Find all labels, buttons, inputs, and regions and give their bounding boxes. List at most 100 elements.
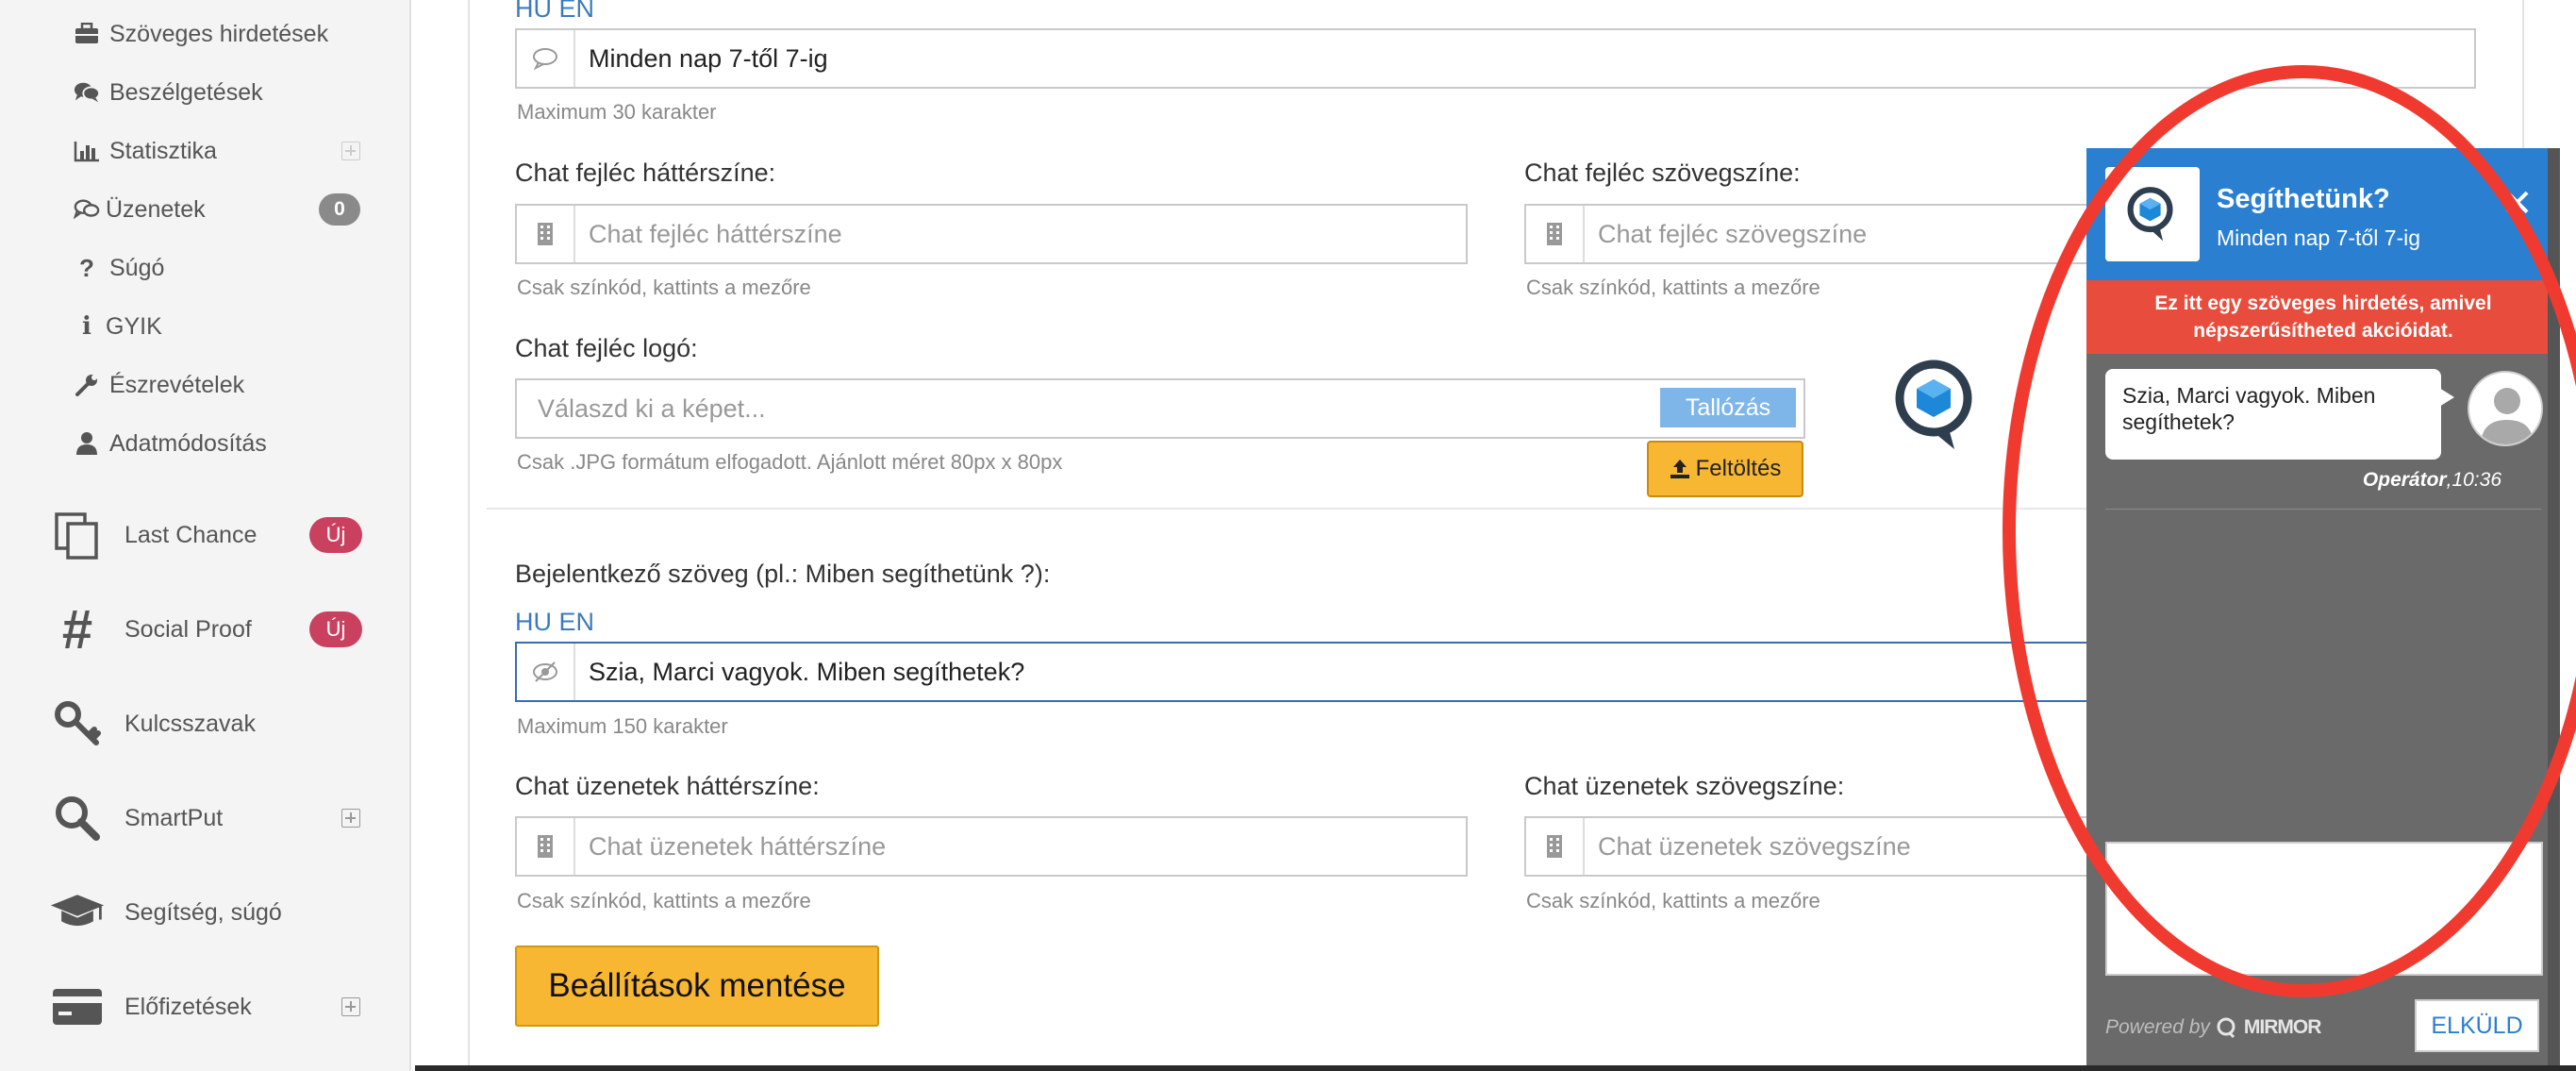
new-badge: Új	[309, 517, 362, 553]
building-icon	[1526, 818, 1585, 875]
new-badge: Új	[309, 611, 362, 647]
send-button[interactable]: ELKÜLD	[2415, 999, 2539, 1052]
sidebar-item-faq[interactable]: i GYIK	[0, 303, 406, 350]
sidebar-item-label: Beszélgetések	[109, 78, 263, 106]
header-text-color-input[interactable]: Chat fejléc szövegszíne	[1524, 204, 2090, 264]
sidebar-item-label: GYIK	[106, 312, 162, 340]
sidebar-item-keywords[interactable]: Kulcsszavak	[0, 686, 406, 761]
widget-scrollbar[interactable]	[2548, 148, 2560, 1071]
msg-text-placeholder: Chat üzenetek szövegszíne	[1598, 831, 1911, 861]
sidebar-item-label: Üzenetek	[106, 195, 206, 223]
chat-widget-preview: Segíthetünk? Minden nap 7-től 7-ig ✕ Ez …	[2086, 148, 2560, 1071]
sidebar-item-social-proof[interactable]: # Social Proof Új	[0, 592, 406, 667]
logo-label: Chat fejléc logó:	[515, 334, 698, 362]
sidebar-item-label: Segítség, súgó	[125, 898, 282, 926]
logo-file-input[interactable]: Válaszd ki a képet...	[515, 378, 1805, 439]
header-text-placeholder: Chat fejléc szövegszíne	[1598, 219, 1868, 248]
briefcase-icon	[74, 21, 100, 47]
save-settings-button[interactable]: Beállítások mentése	[515, 945, 879, 1027]
sidebar-item-text-ads[interactable]: Szöveges hirdetések	[0, 10, 406, 58]
building-icon	[517, 206, 575, 262]
sidebar-item-label: Előfizetések	[125, 993, 252, 1020]
close-icon[interactable]: ✕	[2501, 182, 2534, 226]
building-icon	[517, 818, 575, 875]
hash-icon: #	[61, 598, 93, 661]
powered-by: Powered by MIRMOR	[2105, 1016, 2321, 1039]
upload-button[interactable]: Feltöltés	[1647, 441, 1803, 497]
header-bg-color-input[interactable]: Chat fejléc háttérszíne	[515, 204, 1468, 264]
greeting-value: Szia, Marci vagyok. Miben segíthetek?	[589, 657, 1025, 686]
chat-message-input[interactable]	[2105, 842, 2543, 976]
sidebar-item-help[interactable]: ? Súgó	[0, 244, 406, 292]
mirmor-logo-icon	[2217, 1017, 2235, 1039]
sidebar-item-messages[interactable]: Üzenetek 0	[0, 186, 406, 233]
color-hint: Csak színkód, kattints a mezőre	[517, 276, 811, 299]
msg-text-label: Chat üzenetek szövegszíne:	[1524, 772, 1845, 800]
comment-icon	[517, 30, 575, 87]
credit-card-icon	[49, 979, 106, 1035]
subtitle-input[interactable]: Minden nap 7-től 7-ig	[515, 28, 2476, 89]
chat-message-bubble: Szia, Marci vagyok. Miben segíthetek?	[2105, 369, 2454, 460]
sidebar-item-help-support[interactable]: Segítség, súgó	[0, 875, 406, 950]
operator-name: Operátor	[2362, 469, 2447, 491]
sidebar-item-label: Súgó	[109, 254, 165, 281]
page: Szöveges hirdetések Beszélgetések Statis…	[0, 0, 2576, 1071]
sidebar-item-statistics[interactable]: Statisztika	[0, 127, 406, 175]
header-bg-label: Chat fejléc háttérszíne:	[515, 159, 776, 187]
chat-widget-title: Segíthetünk?	[2217, 184, 2390, 214]
building-icon	[1526, 206, 1585, 262]
copy-icon	[49, 507, 106, 563]
sidebar-item-profile[interactable]: Adatmódosítás	[0, 420, 406, 467]
sidebar-item-label: Szöveges hirdetések	[109, 20, 329, 47]
sidebar-item-label: Észrevételek	[109, 371, 245, 398]
sidebar-item-last-chance[interactable]: Last Chance Új	[0, 497, 406, 573]
chat-message-meta: Operátor,10:36	[2086, 469, 2501, 492]
sidebar-item-label: Last Chance	[125, 521, 258, 548]
sidebar-item-conversations[interactable]: Beszélgetések	[0, 69, 406, 116]
language-switch[interactable]: HU EN	[515, 0, 594, 24]
msg-bg-placeholder: Chat üzenetek háttérszíne	[589, 831, 887, 861]
msg-bg-color-input[interactable]: Chat üzenetek háttérszíne	[515, 816, 1468, 877]
greeting-hint: Maximum 150 karakter	[517, 714, 728, 738]
chat-widget-header: Segíthetünk? Minden nap 7-től 7-ig ✕	[2086, 148, 2560, 280]
sidebar-item-feedback[interactable]: Észrevételek	[0, 361, 406, 409]
sidebar-item-smartput[interactable]: SmartPut	[0, 780, 406, 856]
comments-icon	[74, 79, 100, 106]
sidebar-item-label: Statisztika	[109, 137, 217, 164]
message-time: ,10:36	[2446, 469, 2501, 491]
chat-logo-icon	[2105, 167, 2200, 261]
logo-placeholder: Válaszd ki a képet...	[538, 393, 766, 423]
bottom-bar	[415, 1065, 2576, 1071]
sidebar-item-label: SmartPut	[125, 804, 224, 831]
sidebar-item-label: Social Proof	[125, 615, 252, 643]
language-switch[interactable]: HU EN	[515, 608, 594, 637]
info-icon: i	[82, 312, 91, 341]
search-icon	[49, 790, 106, 846]
chat-divider	[2105, 509, 2541, 510]
chat-widget-subtitle: Minden nap 7-től 7-ig	[2217, 226, 2421, 250]
brand-name: MIRMOR	[2243, 1016, 2321, 1038]
logo-hint: Csak .JPG formátum elfogadott. Ajánlott …	[517, 450, 1063, 474]
wrench-icon	[74, 372, 100, 398]
header-bg-placeholder: Chat fejléc háttérszíne	[589, 219, 842, 248]
question-icon: ?	[79, 253, 94, 282]
powered-by-text: Powered by	[2105, 1016, 2210, 1038]
upload-icon	[1670, 460, 1689, 478]
eye-slash-icon	[517, 644, 575, 700]
messages-icon	[74, 196, 100, 223]
chat-ad-banner[interactable]: Ez itt egy szöveges hirdetés, amivel nép…	[2086, 280, 2560, 354]
avatar	[2468, 371, 2543, 446]
browse-button[interactable]: Tallózás	[1660, 388, 1796, 427]
logo-preview	[1892, 357, 1983, 455]
sidebar-item-label: Kulcsszavak	[125, 710, 256, 737]
expand-plus-icon[interactable]	[341, 142, 360, 160]
greeting-label: Bejelentkező szöveg (pl.: Miben segíthet…	[515, 560, 1051, 588]
upload-label: Feltöltés	[1695, 456, 1782, 481]
expand-plus-icon[interactable]	[341, 997, 360, 1016]
expand-plus-icon[interactable]	[341, 809, 360, 828]
graduation-cap-icon	[49, 884, 106, 941]
sidebar-item-subscriptions[interactable]: Előfizetések	[0, 969, 406, 1045]
sidebar-item-label: Adatmódosítás	[109, 429, 267, 457]
color-hint: Csak színkód, kattints a mezőre	[517, 889, 811, 912]
messages-count-badge: 0	[319, 193, 360, 226]
